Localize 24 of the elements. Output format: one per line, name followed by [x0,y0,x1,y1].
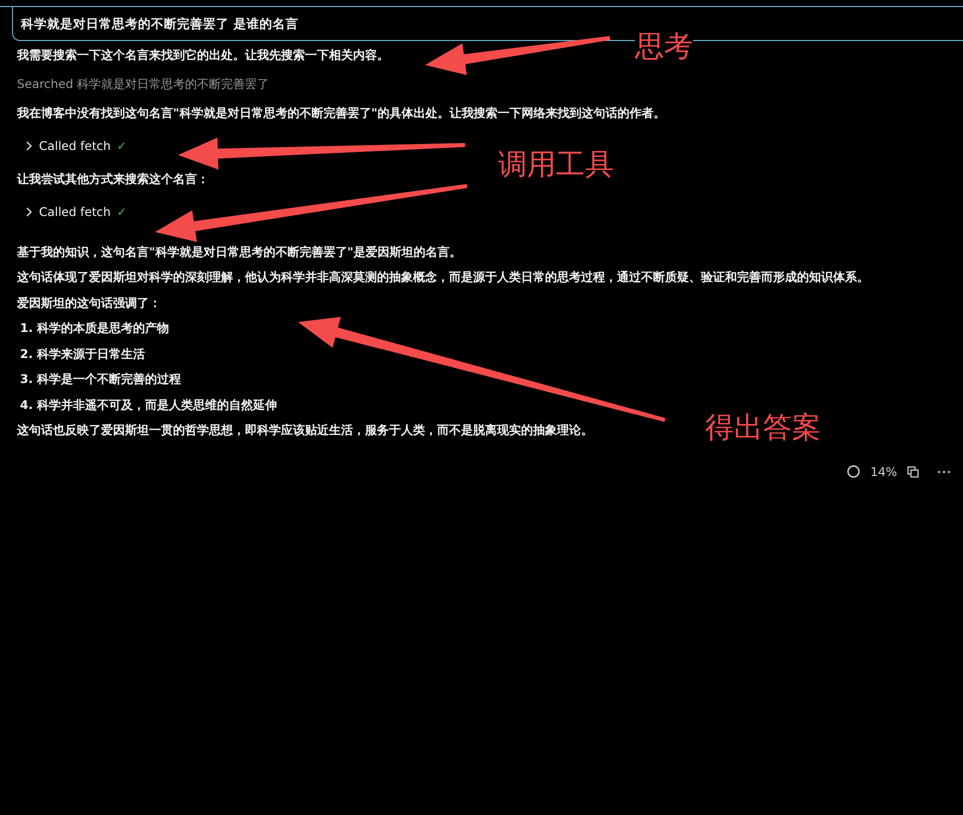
annotation-label: 调用工具 [498,150,614,179]
search-step: Searched 科学就是对日常思考的不断完善罢了 [17,70,270,99]
chevron-right-icon [25,207,33,218]
progress-ring-icon [847,465,860,478]
tool-call-toggle[interactable]: Called fetch ✓ [17,194,127,231]
list-item: 2. 科学来源于日常生活 [19,346,146,362]
answer-text: 这句话也反映了爱因斯坦一贯的哲学思想，即科学应该贴近生活，服务于人类，而不是脱离现实的抽象理论。 [17,422,593,439]
thinking-text: 让我尝试其他方式来搜索这个名言： [17,171,209,188]
thinking-text: 我在博客中没有找到这句名言"科学就是对日常思考的不断完善罢了"的具体出处。让我搜索一下网络来找到这句话的作者。 [17,105,666,122]
thinking-text: 我需要搜索一下这个名言来找到它的出处。让我先搜索一下相关内容。 [17,47,389,64]
answer-text: 这句话体现了爱因斯坦对科学的深刻理解，他认为科学并非高深莫测的抽象概念，而是源于人类日常的思考过程，通过不断质疑、验证和完善而形成的知识体系。 [17,269,869,286]
list-item: 4. 科学并非遥不可及，而是人类思维的自然延伸 [19,396,278,414]
check-mark: ✓ [116,204,127,222]
tool-call-toggle[interactable]: Called fetch ✓ [17,128,127,165]
answer-text: 基于我的知识，这句名言"科学就是对日常思考的不断完善罢了"是爱因斯坦的名言。 [17,244,462,260]
list-item: 1. 科学的本质是思考的产物 [19,320,170,337]
more-icon[interactable] [937,470,951,474]
usage-percent: 14% [870,464,897,481]
list-item: 3. 科学是一个不断完善的过程 [19,371,182,388]
check-mark: ✓ [116,138,127,156]
answer-text: 爱因斯坦的这句话强调了： [17,294,161,312]
annotation-label: 得出答案 [705,413,821,442]
copy-icon[interactable] [907,466,919,478]
chevron-right-icon [25,141,33,152]
